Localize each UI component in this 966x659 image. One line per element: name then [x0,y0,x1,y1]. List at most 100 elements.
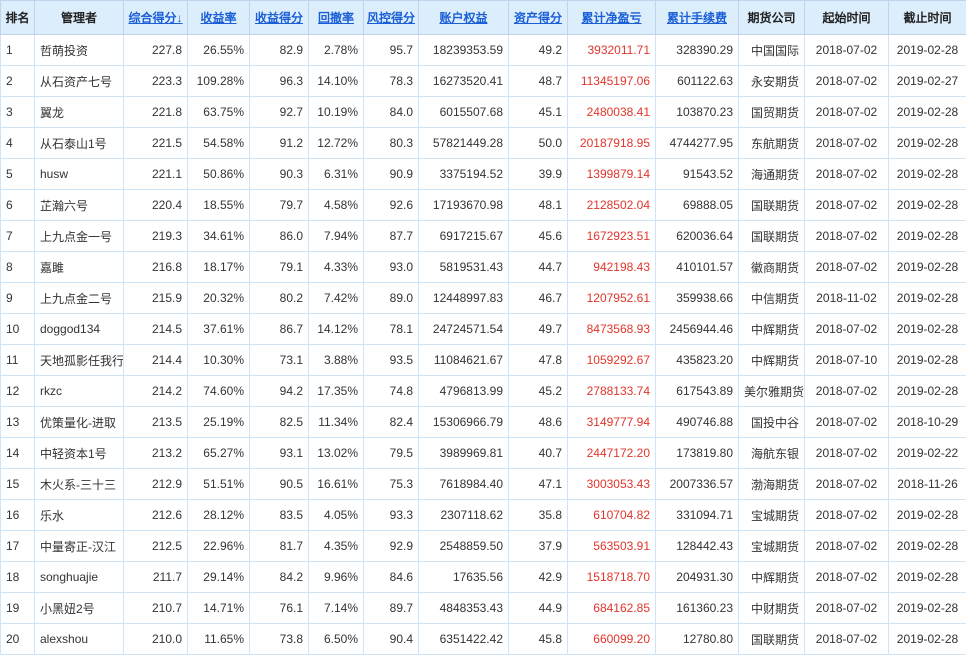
cell-equity: 6917215.67 [418,220,509,252]
cell-start-date: 2018-07-02 [804,127,889,159]
cell-net-pnl: 1059292.67 [567,344,656,376]
cell-return-rate: 10.30% [187,344,250,376]
col-return-score-header[interactable]: 收益得分 [249,0,309,35]
table-row[interactable]: 8 嘉雎 216.8 18.17% 79.1 4.33% 93.0 5819531.43 44.… [0,251,966,283]
cell-fees: 12780.80 [655,623,739,655]
cell-futures-company: 徽商期货 [738,251,805,283]
cell-return-rate: 109.28% [187,65,250,97]
cell-equity: 16273520.41 [418,65,509,97]
col-return-rate-header[interactable]: 收益率 [187,0,250,35]
cell-futures-company: 国联期货 [738,220,805,252]
table-row[interactable]: 1 哲萌投资 227.8 26.55% 82.9 2.78% 95.7 18239353.59… [0,34,966,66]
cell-equity: 3375194.52 [418,158,509,190]
cell-asset-score: 47.1 [508,468,568,500]
table-row[interactable]: 14 中轻资本1号 213.2 65.27% 93.1 13.02% 79.5 3989969… [0,437,966,469]
col-drawdown-header[interactable]: 回撤率 [308,0,364,35]
cell-manager[interactable]: 优策量化-进取 [34,406,124,438]
cell-manager[interactable]: 小黑妞2号 [34,592,124,624]
cell-rank: 1 [0,34,35,66]
table-row[interactable]: 16 乐水 212.6 28.12% 83.5 4.05% 93.3 2307118.62 35… [0,499,966,531]
cell-futures-company: 美尔雅期货 [738,375,805,407]
cell-composite-score: 210.7 [123,592,188,624]
cell-drawdown: 12.72% [308,127,364,159]
cell-manager[interactable]: 嘉雎 [34,251,124,283]
cell-net-pnl: 11345197.06 [567,65,656,97]
table-row[interactable]: 11 天地孤影任我行 214.4 10.30% 73.1 3.88% 93.5 1108462… [0,344,966,376]
cell-manager[interactable]: alexshou [34,623,124,655]
cell-manager[interactable]: 从石资产七号 [34,65,124,97]
table-row[interactable]: 19 小黑妞2号 210.7 14.71% 76.1 7.14% 89.7 4848353.4… [0,592,966,624]
cell-end-date: 2019-02-28 [888,375,966,407]
table-row[interactable]: 17 中量寄正-汉江 212.5 22.96% 81.7 4.35% 92.9 2548859… [0,530,966,562]
cell-return-score: 81.7 [249,530,309,562]
table-row[interactable]: 15 木火系-三十三 212.9 51.51% 90.5 16.61% 75.3 761898… [0,468,966,500]
cell-return-rate: 51.51% [187,468,250,500]
table-row[interactable]: 7 上九点金一号 219.3 34.61% 86.0 7.94% 87.7 6917215.6… [0,220,966,252]
cell-asset-score: 48.7 [508,65,568,97]
table-row[interactable]: 20 alexshou 210.0 11.65% 73.8 6.50% 90.4 635142… [0,623,966,655]
cell-end-date: 2019-02-28 [888,344,966,376]
cell-return-rate: 18.17% [187,251,250,283]
cell-futures-company: 国贸期货 [738,96,805,128]
cell-net-pnl: 684162.85 [567,592,656,624]
cell-manager[interactable]: 芷瀚六号 [34,189,124,221]
cell-manager[interactable]: 上九点金二号 [34,282,124,314]
cell-return-score: 96.3 [249,65,309,97]
table-row[interactable]: 9 上九点金二号 215.9 20.32% 80.2 7.42% 89.0 12448997.… [0,282,966,314]
table-row[interactable]: 2 从石资产七号 223.3 109.28% 96.3 14.10% 78.3 1627352… [0,65,966,97]
cell-start-date: 2018-07-02 [804,530,889,562]
cell-fees: 617543.89 [655,375,739,407]
cell-return-rate: 20.32% [187,282,250,314]
cell-equity: 5819531.43 [418,251,509,283]
cell-asset-score: 46.7 [508,282,568,314]
col-composite-score-header[interactable]: 综合得分↓ [123,0,188,35]
table-row[interactable]: 10 doggod134 214.5 37.61% 86.7 14.12% 78.1 2472… [0,313,966,345]
cell-end-date: 2019-02-28 [888,220,966,252]
cell-return-rate: 25.19% [187,406,250,438]
cell-return-rate: 28.12% [187,499,250,531]
cell-fees: 328390.29 [655,34,739,66]
cell-asset-score: 37.9 [508,530,568,562]
cell-return-score: 73.8 [249,623,309,655]
cell-manager[interactable]: 中轻资本1号 [34,437,124,469]
cell-manager[interactable]: 上九点金一号 [34,220,124,252]
cell-manager[interactable]: 翼龙 [34,96,124,128]
cell-manager[interactable]: rkzc [34,375,124,407]
table-row[interactable]: 12 rkzc 214.2 74.60% 94.2 17.35% 74.8 4796813.9… [0,375,966,407]
table-row[interactable]: 5 husw 221.1 50.86% 90.3 6.31% 90.9 3375194.52 3… [0,158,966,190]
col-fees-header[interactable]: 累计手续费 [655,0,739,35]
cell-net-pnl: 660099.20 [567,623,656,655]
cell-manager[interactable]: 从石泰山1号 [34,127,124,159]
cell-manager[interactable]: husw [34,158,124,190]
cell-risk-score: 89.7 [363,592,419,624]
table-row[interactable]: 4 从石泰山1号 221.5 54.58% 91.2 12.72% 80.3 57821449… [0,127,966,159]
cell-fees: 69888.05 [655,189,739,221]
table-row[interactable]: 6 芷瀚六号 220.4 18.55% 79.7 4.58% 92.6 17193670.98… [0,189,966,221]
cell-equity: 17635.56 [418,561,509,593]
cell-manager[interactable]: 哲萌投资 [34,34,124,66]
cell-fees: 410101.57 [655,251,739,283]
cell-manager[interactable]: 天地孤影任我行 [34,344,124,376]
cell-start-date: 2018-07-02 [804,158,889,190]
cell-end-date: 2019-02-28 [888,499,966,531]
cell-start-date: 2018-07-02 [804,468,889,500]
col-equity-header[interactable]: 账户权益 [418,0,509,35]
table-row[interactable]: 13 优策量化-进取 213.5 25.19% 82.5 11.34% 82.4 153069… [0,406,966,438]
col-net-pnl-header[interactable]: 累计净盈亏 [567,0,656,35]
cell-manager[interactable]: 中量寄正-汉江 [34,530,124,562]
cell-rank: 20 [0,623,35,655]
table-row[interactable]: 3 翼龙 221.8 63.75% 92.7 10.19% 84.0 6015507.68 45… [0,96,966,128]
cell-fees: 161360.23 [655,592,739,624]
cell-manager[interactable]: 乐水 [34,499,124,531]
cell-risk-score: 89.0 [363,282,419,314]
cell-drawdown: 7.94% [308,220,364,252]
cell-rank: 5 [0,158,35,190]
cell-futures-company: 永安期货 [738,65,805,97]
cell-manager[interactable]: 木火系-三十三 [34,468,124,500]
cell-manager[interactable]: songhuajie [34,561,124,593]
col-asset-score-header[interactable]: 资产得分 [508,0,568,35]
cell-manager[interactable]: doggod134 [34,313,124,345]
col-risk-score-header[interactable]: 风控得分 [363,0,419,35]
cell-risk-score: 84.6 [363,561,419,593]
table-row[interactable]: 18 songhuajie 211.7 29.14% 84.2 9.96% 84.6 1763… [0,561,966,593]
